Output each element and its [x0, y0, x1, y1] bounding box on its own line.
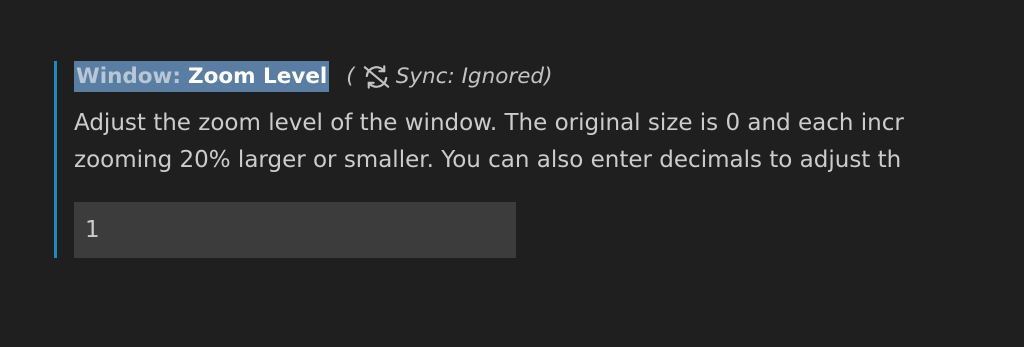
- sync-status: ( Sync: Ignored): [346, 64, 552, 90]
- setting-category: Window:: [76, 64, 182, 89]
- focus-indicator-bar: [54, 61, 57, 258]
- setting-title-row: Window: Zoom Level ( Sync: Ignored): [74, 61, 552, 92]
- zoom-level-input[interactable]: [85, 217, 505, 243]
- zoom-level-input-box[interactable]: [74, 202, 516, 258]
- description-line: Adjust the zoom level of the window. The…: [74, 110, 904, 136]
- setting-description: Adjust the zoom level of the window. The…: [74, 105, 1024, 179]
- setting-title: Window: Zoom Level: [74, 61, 330, 92]
- sync-ignored-icon: [361, 64, 392, 90]
- description-line: zooming 20% larger or smaller. You can a…: [74, 147, 902, 173]
- setting-item-window-zoom-level: Window: Zoom Level ( Sync: Ignored) Adju…: [54, 61, 1024, 258]
- setting-label: Zoom Level: [188, 64, 328, 89]
- sync-open-paren: (: [346, 64, 355, 89]
- sync-status-text: Sync: Ignored): [395, 64, 553, 89]
